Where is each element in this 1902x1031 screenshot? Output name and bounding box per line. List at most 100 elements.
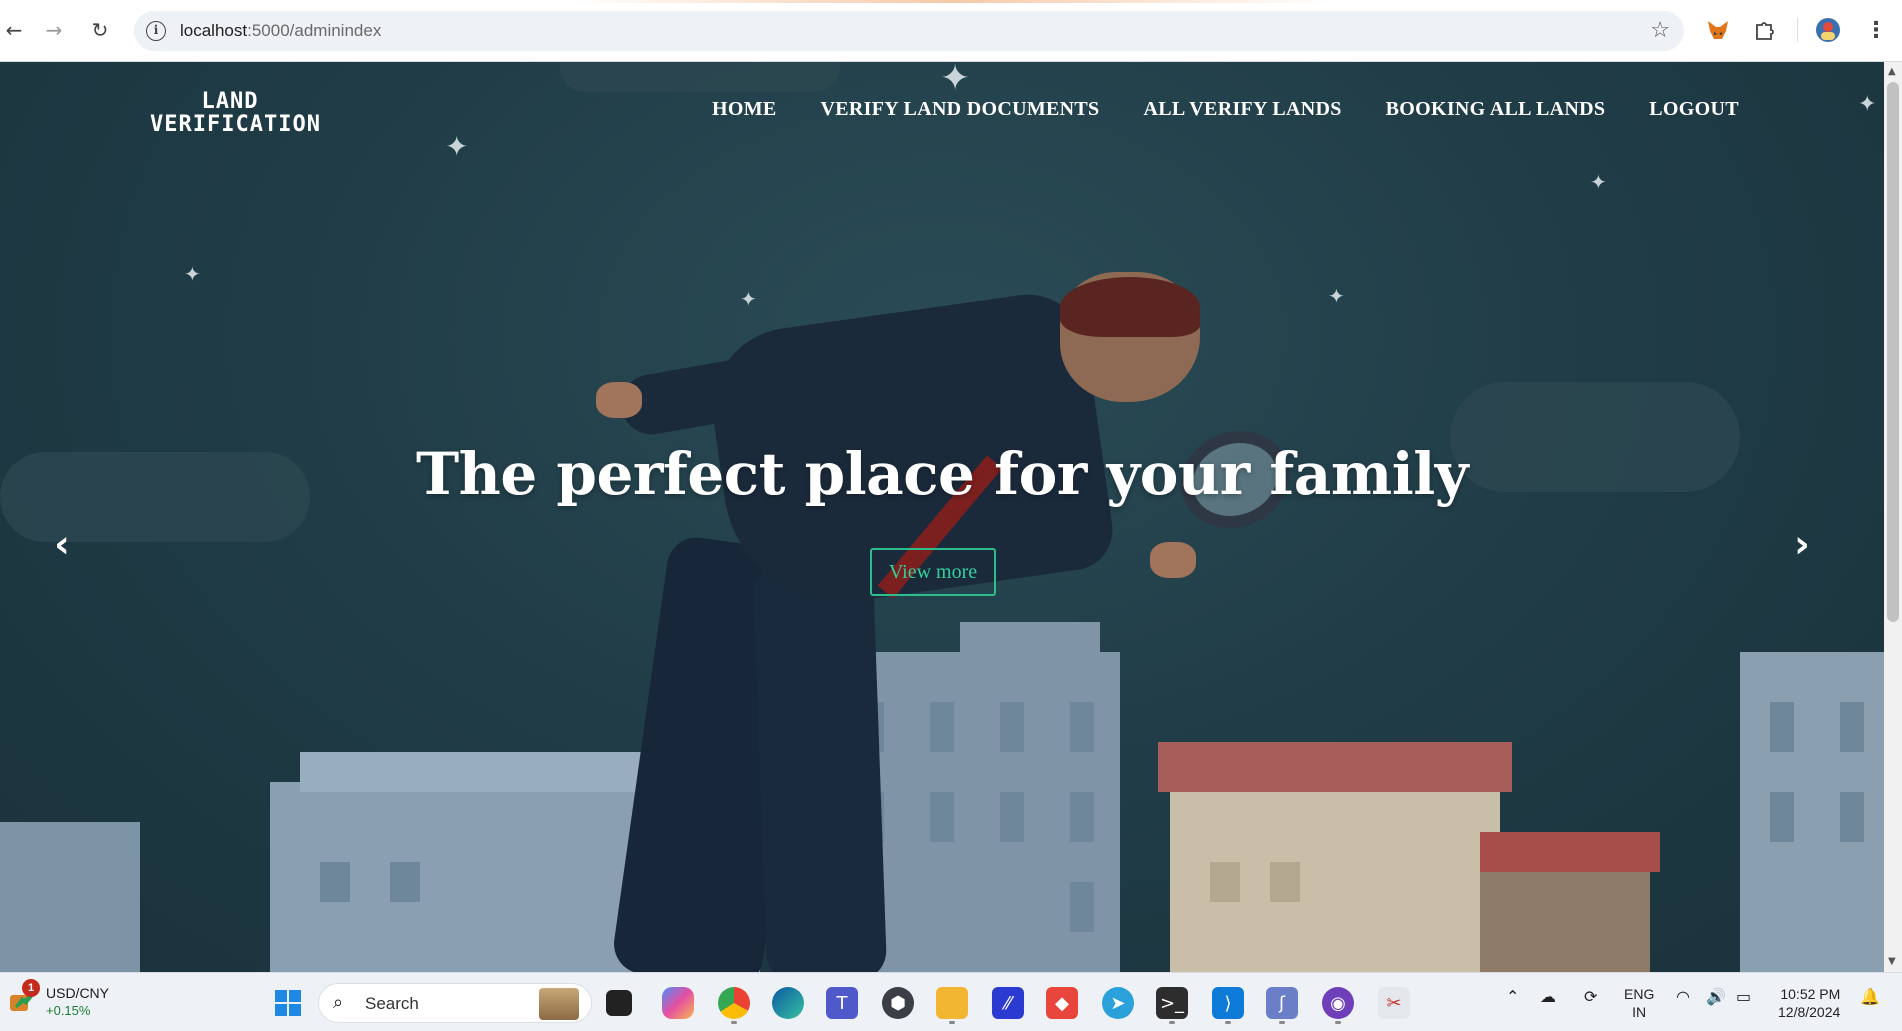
notifications-bell-icon[interactable]: 🔔: [1860, 987, 1880, 1006]
figure-hand: [1150, 542, 1196, 578]
scroll-up-icon[interactable]: ▲: [1888, 66, 1896, 77]
volume-icon[interactable]: 🔊: [1706, 987, 1726, 1006]
running-indicator: [1279, 1021, 1285, 1024]
nav-verify-land-documents[interactable]: VERIFY LAND DOCUMENTS: [821, 98, 1100, 121]
chrome-icon[interactable]: [718, 987, 750, 1019]
window-decoration: [1770, 792, 1794, 842]
profile-avatar[interactable]: [1814, 16, 1842, 44]
loading-accent: [0, 0, 1902, 3]
logo-line1: LAND: [201, 89, 259, 114]
scrollbar-thumb[interactable]: [1887, 82, 1899, 622]
window-decoration: [390, 862, 420, 902]
house-illustration: [1480, 862, 1650, 972]
site-info-icon[interactable]: i: [146, 21, 166, 41]
search-icon: ⌕: [333, 992, 344, 1013]
window-decoration: [1270, 862, 1300, 902]
running-indicator: [1169, 1021, 1175, 1024]
github-desktop-icon[interactable]: ◉: [1322, 987, 1354, 1019]
logo-line2: VERIFICATION: [150, 112, 321, 137]
url-path: :5000/adminindex: [247, 21, 382, 40]
star-decoration: ✦: [445, 130, 469, 163]
battery-icon[interactable]: ▭: [1736, 987, 1751, 1006]
currency-label: USD/CNY: [46, 985, 110, 1001]
window-decoration: [1000, 702, 1024, 752]
copilot-icon[interactable]: [662, 987, 694, 1019]
taskbar-search[interactable]: ⌕ Search: [318, 983, 592, 1023]
address-bar[interactable]: i localhost:5000/adminindex ☆: [134, 11, 1684, 51]
carousel-next-icon[interactable]: ›: [1782, 524, 1822, 564]
sync-icon[interactable]: ⟳: [1584, 987, 1597, 1006]
star-decoration: ✦: [1328, 284, 1345, 308]
figure-hand: [596, 382, 642, 418]
extensions-puzzle-icon[interactable]: [1750, 16, 1778, 44]
vs-app-icon[interactable]: ⁄⁄: [992, 987, 1024, 1019]
bookmark-star-icon[interactable]: ☆: [1650, 18, 1670, 43]
nav-logout[interactable]: LOGOUT: [1649, 98, 1739, 121]
page-scrollbar[interactable]: ▲ ▼: [1884, 62, 1902, 972]
nav-all-verify-lands[interactable]: ALL VERIFY LANDS: [1143, 98, 1341, 121]
git-icon[interactable]: ◆: [1046, 987, 1078, 1019]
running-indicator: [1225, 1021, 1231, 1024]
site-logo[interactable]: LAND VERIFICATION: [150, 89, 321, 137]
url-host: localhost: [180, 21, 248, 40]
star-decoration: ✦: [940, 62, 971, 99]
running-indicator: [949, 1021, 955, 1024]
cloud-decoration: [560, 62, 840, 92]
metamask-fox-icon[interactable]: [1704, 16, 1732, 44]
windows-taskbar: 1 USD/CNY +0.15% ⌕ Search T ⬢ ⁄⁄ ◆ ➤ >_ …: [0, 972, 1902, 1031]
forward-icon[interactable]: →: [40, 16, 68, 44]
star-decoration: ✦: [740, 287, 757, 311]
scroll-down-icon[interactable]: ▼: [1888, 956, 1896, 967]
view-more-button[interactable]: View more: [870, 548, 996, 596]
reload-icon[interactable]: ↻: [86, 16, 114, 44]
window-decoration: [1840, 792, 1864, 842]
window-decoration: [930, 702, 954, 752]
windows-start-icon[interactable]: [272, 987, 304, 1019]
hero-section: ✦ ✦ ✦ ✦ ✦ ✦ ✦ LAND VERIFICATION HOME VER…: [0, 62, 1884, 972]
language-code: ENG: [1624, 986, 1655, 1002]
nav-booking-all-lands[interactable]: BOOKING ALL LANDS: [1386, 98, 1606, 121]
file-explorer-icon[interactable]: [936, 987, 968, 1019]
main-nav: HOME VERIFY LAND DOCUMENTS ALL VERIFY LA…: [712, 98, 1739, 121]
slack-app-icon[interactable]: ʃ: [1266, 987, 1298, 1019]
figure-hair: [1060, 277, 1200, 337]
toolbar-divider: [1797, 18, 1798, 42]
star-decoration: ✦: [1858, 92, 1877, 117]
figure-leg: [752, 560, 888, 972]
building-illustration: [960, 622, 1100, 662]
window-decoration: [1210, 862, 1240, 902]
show-hidden-icons[interactable]: ⌃: [1506, 987, 1519, 1006]
language-indicator[interactable]: ENG IN: [1624, 985, 1654, 1021]
telegram-icon[interactable]: ➤: [1102, 987, 1134, 1019]
edge-icon[interactable]: [772, 987, 804, 1019]
window-decoration: [930, 792, 954, 842]
system-clock[interactable]: 10:52 PM 12/8/2024: [1778, 985, 1840, 1021]
terminal-icon[interactable]: >_: [1156, 987, 1188, 1019]
window-decoration: [1840, 702, 1864, 752]
window-decoration: [1000, 792, 1024, 842]
window-decoration: [1070, 882, 1094, 932]
clock-date: 12/8/2024: [1778, 1004, 1841, 1020]
notification-badge: 1: [22, 979, 40, 997]
house-roof: [1480, 832, 1660, 872]
running-indicator: [1335, 1021, 1341, 1024]
region-code: IN: [1632, 1004, 1647, 1020]
currency-change: +0.15%: [46, 1003, 91, 1018]
carousel-prev-icon[interactable]: ‹: [42, 524, 82, 564]
star-decoration: ✦: [1590, 170, 1607, 194]
window-decoration: [1070, 792, 1094, 842]
building-illustration: [0, 822, 140, 972]
house-roof: [1158, 742, 1512, 792]
nav-home[interactable]: HOME: [712, 98, 777, 121]
hero-title: The perfect place for your family: [415, 440, 1469, 508]
snipping-tool-icon[interactable]: ✂: [1378, 987, 1410, 1019]
wifi-icon[interactable]: ◠: [1676, 987, 1690, 1006]
onedrive-icon[interactable]: ☁: [1540, 987, 1556, 1006]
task-view-icon[interactable]: [606, 990, 632, 1016]
app-hexagon-icon[interactable]: ⬢: [882, 987, 914, 1019]
back-icon[interactable]: ←: [0, 16, 28, 44]
address-url[interactable]: localhost:5000/adminindex: [180, 21, 381, 41]
browser-menu-icon[interactable]: ⋮: [1862, 16, 1890, 44]
teams-icon[interactable]: T: [826, 987, 858, 1019]
vscode-icon[interactable]: ⟩: [1212, 987, 1244, 1019]
